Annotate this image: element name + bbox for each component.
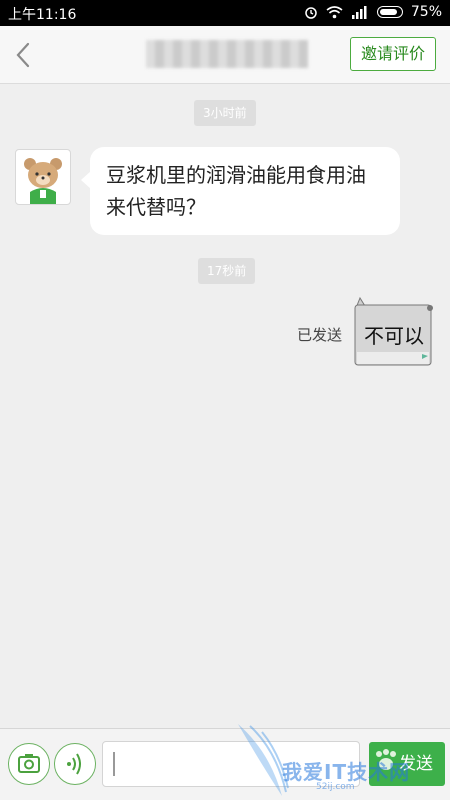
wifi-icon [326,6,343,19]
camera-icon [18,754,40,773]
status-icons: 75% [304,4,442,20]
voice-button[interactable] [54,743,96,785]
invite-review-button[interactable]: 邀请评价 [350,37,436,71]
sticker-text: 不可以 [364,324,424,348]
chat-header: 邀请评价 [0,26,450,84]
timestamp: 17秒前 [198,258,256,284]
text-caret [113,752,115,776]
watermark-url: 52ij.com [316,782,355,792]
timestamp: 3小时前 [194,100,256,126]
back-button[interactable] [10,38,40,72]
battery-icon [376,6,403,18]
sent-status: 已发送 [297,326,343,344]
voice-icon [67,753,81,775]
message-text: 豆浆机里的润滑油能用食用油来代替吗？ [106,163,366,219]
status-time: 上午11:16 [8,7,77,23]
signal-icon [351,6,367,19]
alarm-icon [305,7,317,19]
contact-name-blurred [146,40,308,68]
watermark-text: 我爱IT技术网 [282,760,411,784]
avatar[interactable] [15,149,71,205]
chevron-left-icon [16,42,30,68]
camera-button[interactable] [8,743,50,785]
incoming-message-bubble[interactable]: 豆浆机里的润滑油能用食用油来代替吗？ [81,147,400,235]
bear-avatar-icon [24,158,62,204]
status-bar: 上午11:16 75% [0,0,450,26]
battery-percent: 75% [410,4,442,20]
